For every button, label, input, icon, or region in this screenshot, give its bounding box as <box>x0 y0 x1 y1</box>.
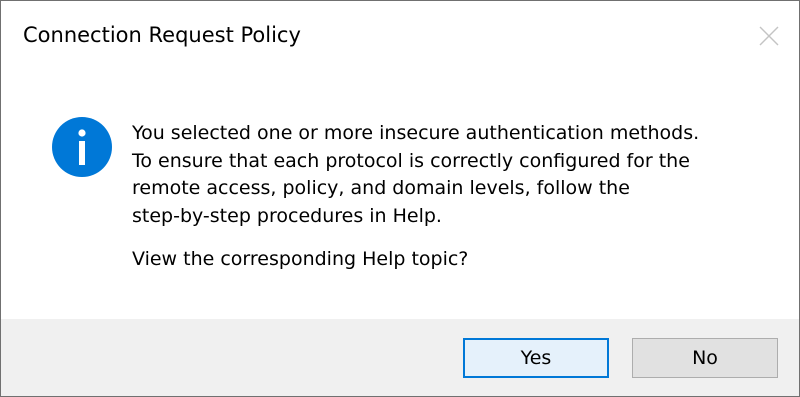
message-line: To ensure that each protocol is correctl… <box>132 149 690 172</box>
message-dialog: Connection Request Policy You selected o… <box>0 0 800 397</box>
title-bar: Connection Request Policy <box>1 1 799 71</box>
dialog-content: You selected one or more insecure authen… <box>1 71 799 319</box>
message-line: step-by-step procedures in Help. <box>132 204 442 227</box>
dialog-title: Connection Request Policy <box>23 23 301 47</box>
dialog-message: You selected one or more insecure authen… <box>132 120 772 230</box>
message-line: remote access, policy, and domain levels… <box>132 177 630 199</box>
no-button[interactable]: No <box>632 338 778 378</box>
dialog-question: View the corresponding Help topic? <box>132 248 469 270</box>
info-icon <box>52 117 112 177</box>
button-bar: Yes No <box>1 319 799 396</box>
close-button[interactable] <box>739 1 799 71</box>
message-line: You selected one or more insecure authen… <box>132 122 700 144</box>
yes-button[interactable]: Yes <box>463 338 609 378</box>
close-icon <box>759 26 779 46</box>
